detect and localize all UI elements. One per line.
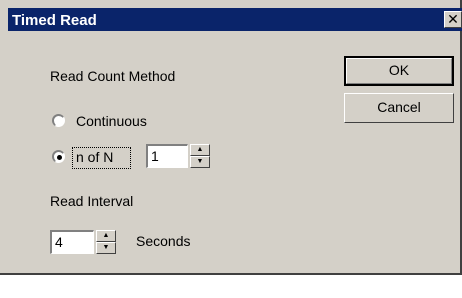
- n-of-n-label[interactable]: n of N: [76, 149, 113, 165]
- down-arrow-icon: ▼: [196, 158, 204, 165]
- interval-value-field[interactable]: 4: [50, 230, 94, 254]
- seconds-label: Seconds: [136, 233, 191, 249]
- timed-read-dialog: Timed Read ✕ Read Count Method Continuou…: [0, 0, 462, 275]
- interval-spinner: ▲ ▼: [96, 230, 116, 254]
- close-icon: ✕: [447, 11, 459, 27]
- title-bar: Timed Read ✕: [8, 8, 462, 31]
- down-arrow-icon: ▼: [102, 244, 110, 251]
- up-arrow-icon: ▲: [102, 232, 110, 239]
- n-value-up-button[interactable]: ▲: [190, 144, 210, 156]
- ok-button[interactable]: OK: [344, 56, 454, 86]
- n-value-down-button[interactable]: ▼: [190, 156, 210, 168]
- interval-up-button[interactable]: ▲: [96, 230, 116, 242]
- continuous-label[interactable]: Continuous: [76, 113, 147, 129]
- cancel-button[interactable]: Cancel: [344, 93, 454, 123]
- window-title: Timed Read: [12, 12, 97, 29]
- n-of-n-radio[interactable]: [52, 150, 65, 163]
- n-value-field[interactable]: 1: [146, 144, 188, 168]
- read-count-method-label: Read Count Method: [50, 68, 176, 84]
- close-button[interactable]: ✕: [444, 11, 462, 28]
- continuous-radio[interactable]: [52, 114, 65, 127]
- up-arrow-icon: ▲: [196, 146, 204, 153]
- interval-down-button[interactable]: ▼: [96, 242, 116, 254]
- read-interval-label: Read Interval: [50, 193, 134, 209]
- n-value-spinner: ▲ ▼: [190, 144, 210, 168]
